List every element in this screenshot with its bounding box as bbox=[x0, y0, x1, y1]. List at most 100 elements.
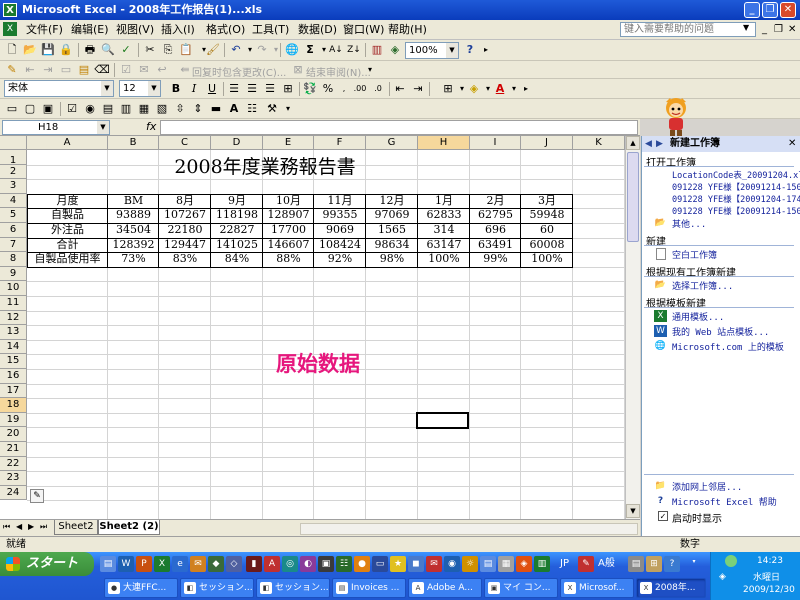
table-cell[interactable]: 22827 bbox=[211, 223, 263, 238]
horizontal-scrollbar[interactable] bbox=[300, 523, 638, 535]
menu-view[interactable]: 视图(V) bbox=[116, 22, 154, 38]
table-header-cell[interactable]: 1月 bbox=[418, 194, 470, 209]
lang-indicator[interactable]: JP bbox=[560, 555, 569, 573]
workbook-icon[interactable]: X bbox=[3, 22, 17, 36]
web-templates-link[interactable]: 我的 Web 站点模板... bbox=[672, 325, 769, 338]
table-cell[interactable]: 17700 bbox=[263, 223, 314, 238]
app-icon-17[interactable]: ◈ bbox=[516, 556, 532, 572]
table-cell[interactable]: 9069 bbox=[314, 223, 366, 238]
ime-options-icon[interactable]: ▾ bbox=[684, 554, 704, 570]
column-header[interactable]: I bbox=[470, 136, 521, 150]
table-cell[interactable]: 84% bbox=[211, 252, 263, 267]
doc-close-button[interactable]: ✕ bbox=[788, 23, 796, 37]
row-header[interactable]: 14 bbox=[0, 339, 27, 355]
ime-dict-icon[interactable]: ⊞ bbox=[646, 556, 662, 572]
reply-icon[interactable]: ↩ bbox=[154, 62, 170, 78]
worksheet-grid[interactable]: ABCDEFGHIJK 1 2 3 4 5 6 7 8 9 10 11 12 13 14 15 16 17 18 1… bbox=[0, 136, 625, 519]
print-icon[interactable]: 🖶 bbox=[82, 42, 98, 58]
new-comment-icon[interactable]: ✎ bbox=[4, 62, 20, 78]
show-comment-icon[interactable]: ▭ bbox=[58, 62, 74, 78]
spinner-icon[interactable]: ⇕ bbox=[190, 101, 206, 117]
send-mail-icon[interactable]: ✉ bbox=[136, 62, 152, 78]
app-icon-4[interactable]: ◎ bbox=[282, 556, 298, 572]
recent-file-4[interactable]: 091228 YFE様【20091214-1509 bbox=[672, 205, 800, 217]
table-cell[interactable]: 83% bbox=[159, 252, 211, 267]
scroll-bar-icon[interactable]: ⇳ bbox=[172, 101, 188, 117]
app-icon-11[interactable]: ◼ bbox=[408, 556, 424, 572]
properties-icon[interactable]: ☷ bbox=[244, 101, 260, 117]
app-icon-12[interactable]: ✉ bbox=[426, 556, 442, 572]
row-header[interactable]: 2 bbox=[0, 164, 27, 180]
back-icon[interactable]: ◀ bbox=[645, 136, 652, 152]
align-left-icon[interactable]: ☰ bbox=[226, 81, 242, 97]
table-cell[interactable]: 1565 bbox=[366, 223, 418, 238]
formula-input[interactable] bbox=[160, 120, 638, 135]
format-painter-icon[interactable]: 🖌 bbox=[205, 42, 221, 58]
next-sheet-icon[interactable]: ▶ bbox=[28, 522, 34, 531]
excel-quicklaunch-icon[interactable]: X bbox=[154, 556, 170, 572]
select-all-button[interactable] bbox=[0, 136, 27, 150]
table-cell[interactable]: 93889 bbox=[108, 208, 159, 223]
design-mode-icon[interactable]: ⚒ bbox=[264, 101, 280, 117]
row-header[interactable]: 21 bbox=[0, 442, 27, 457]
reply-with-changes-label[interactable]: 回复时包含更改(C)... bbox=[192, 64, 286, 79]
row-header[interactable]: 8 bbox=[0, 252, 27, 267]
new-icon[interactable]: 🗋 bbox=[4, 42, 20, 58]
name-box[interactable]: H18 ▼ bbox=[2, 120, 110, 135]
column-header[interactable]: F bbox=[314, 136, 366, 150]
italic-icon[interactable]: I bbox=[186, 81, 202, 97]
menu-help[interactable]: 帮助(H) bbox=[388, 22, 427, 38]
ms-templates-link[interactable]: Microsoft.com 上的模板 bbox=[672, 340, 784, 353]
column-header[interactable]: G bbox=[366, 136, 418, 150]
row-header[interactable]: 23 bbox=[0, 471, 27, 486]
app-icon-18[interactable]: ▥ bbox=[534, 556, 550, 572]
row-header[interactable]: 9 bbox=[0, 266, 27, 282]
prev-comment-icon[interactable]: ⇤ bbox=[22, 62, 38, 78]
menu-file[interactable]: 文件(F) bbox=[26, 22, 63, 38]
permission-icon[interactable]: 🔒 bbox=[58, 42, 74, 58]
table-cell[interactable]: 99355 bbox=[314, 208, 366, 223]
help-search-input[interactable]: 键入需要帮助的问题 bbox=[620, 22, 756, 37]
table-cell[interactable]: 98% bbox=[366, 252, 418, 267]
ime-mode[interactable]: A般 bbox=[598, 555, 615, 573]
table-cell[interactable]: 59948 bbox=[521, 208, 573, 223]
row-header[interactable]: 16 bbox=[0, 369, 27, 384]
table-cell[interactable]: 73% bbox=[108, 252, 159, 267]
paste-options-icon[interactable]: ✎ bbox=[30, 489, 44, 503]
row-header[interactable]: 11 bbox=[0, 296, 27, 311]
table-cell[interactable]: 99% bbox=[470, 252, 521, 267]
align-right-icon[interactable]: ☰ bbox=[262, 81, 278, 97]
end-review-icon[interactable]: ⊠ bbox=[290, 62, 306, 78]
row-header[interactable]: 12 bbox=[0, 310, 27, 326]
app-icon-10[interactable]: ★ bbox=[390, 556, 406, 572]
decrease-decimal-icon[interactable]: .0 bbox=[370, 81, 386, 97]
row-header[interactable]: 19 bbox=[0, 412, 27, 428]
text-icon[interactable]: A bbox=[226, 101, 242, 117]
chevron-down-icon[interactable]: ▼ bbox=[97, 121, 109, 134]
list-box-icon[interactable]: ▤ bbox=[100, 101, 116, 117]
table-cell[interactable]: 141025 bbox=[211, 238, 263, 253]
row-header[interactable]: 13 bbox=[0, 325, 27, 340]
toolbar-options-icon[interactable]: ▸ bbox=[518, 81, 534, 97]
app-icon-3[interactable]: ▮ bbox=[246, 556, 262, 572]
table-cell[interactable]: 自製品使用率 bbox=[27, 252, 108, 267]
scroll-down-icon[interactable]: ▼ bbox=[626, 504, 640, 518]
ime-icon[interactable]: ✎ bbox=[578, 556, 594, 572]
ime-help-icon[interactable]: ? bbox=[664, 556, 680, 572]
maximize-button[interactable]: ❐ bbox=[762, 2, 778, 18]
table-cell[interactable]: 107267 bbox=[159, 208, 211, 223]
reply-with-changes-icon[interactable]: ⇚ bbox=[177, 62, 193, 78]
app-icon-1[interactable]: ◆ bbox=[208, 556, 224, 572]
taskbar-item[interactable]: ◧ セッション... bbox=[256, 578, 330, 598]
row-header[interactable]: 24 bbox=[0, 485, 27, 501]
app-icon-8[interactable]: ● bbox=[354, 556, 370, 572]
label-icon[interactable]: ▭ bbox=[4, 101, 20, 117]
zoom-select[interactable]: 100% ▼ bbox=[405, 42, 459, 59]
table-cell[interactable]: 62795 bbox=[470, 208, 521, 223]
table-cell[interactable]: 88% bbox=[263, 252, 314, 267]
chart-wizard-icon[interactable]: ▥ bbox=[369, 42, 385, 58]
app-icon-13[interactable]: ◉ bbox=[444, 556, 460, 572]
row-header[interactable]: 22 bbox=[0, 456, 27, 472]
choose-workbook-link[interactable]: 选择工作簿... bbox=[672, 279, 733, 292]
chevron-down-icon[interactable]: ▼ bbox=[446, 43, 458, 58]
